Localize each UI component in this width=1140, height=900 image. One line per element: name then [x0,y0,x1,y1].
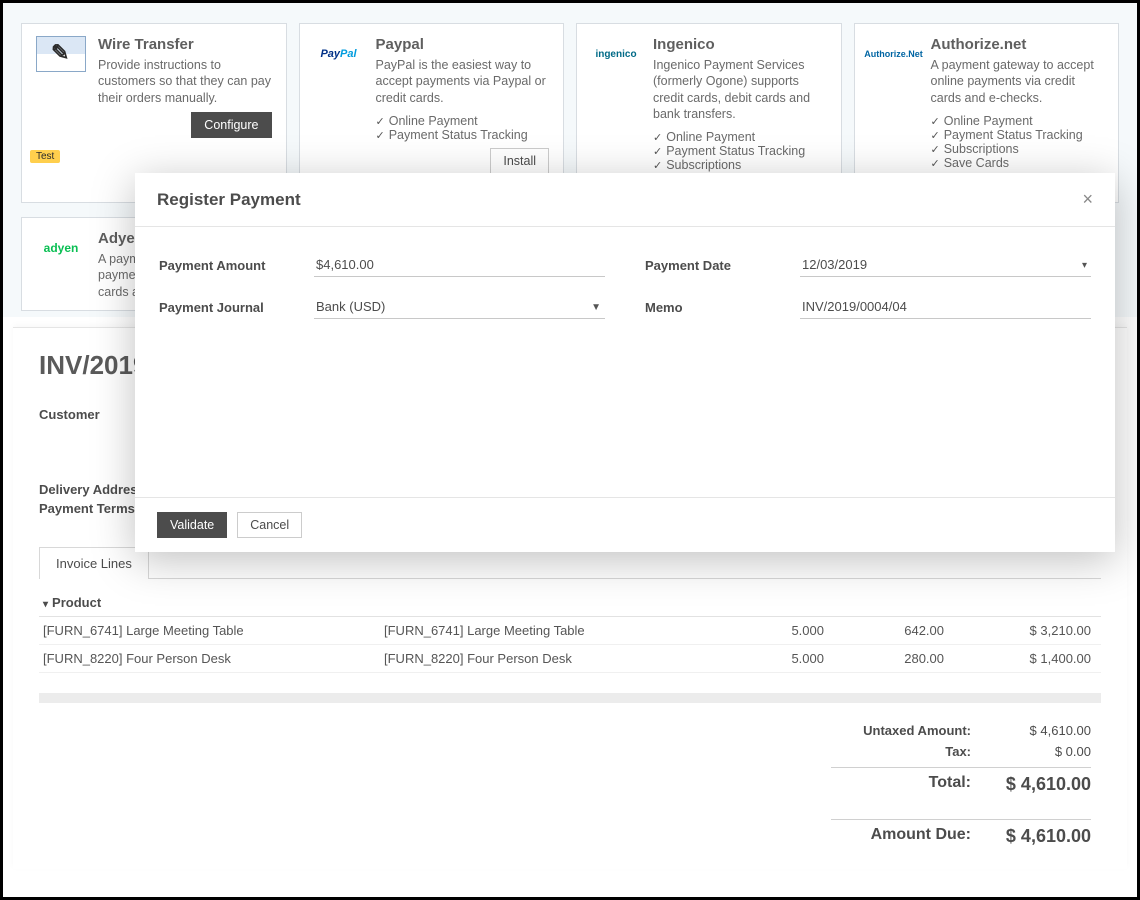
tax-label: Tax: [831,744,971,759]
provider-title: Authorize.net [931,36,1105,53]
total-label: Total: [831,774,971,795]
close-icon[interactable]: × [1082,189,1093,210]
modal-title: Register Payment [157,190,301,210]
ingenico-icon: ingenico [591,36,641,72]
totals-divider [39,693,1101,703]
provider-desc: A payment gateway to accept online payme… [931,57,1105,106]
invoice-lines-table: Product [FURN_6741] Large Meeting Table … [39,589,1101,673]
payment-journal-label: Payment Journal [159,300,314,315]
paypal-icon: PayPal [314,36,364,72]
payment-date-input[interactable] [800,253,1091,277]
due-value: $ 4,610.00 [1001,826,1091,847]
validate-button[interactable]: Validate [157,512,227,538]
tab-invoice-lines[interactable]: Invoice Lines [39,547,149,579]
memo-label: Memo [645,300,800,315]
total-value: $ 4,610.00 [1001,774,1091,795]
configure-button[interactable]: Configure [191,112,271,138]
table-row: [FURN_8220] Four Person Desk [FURN_8220]… [39,645,1101,673]
table-row: [FURN_6741] Large Meeting Table [FURN_67… [39,617,1101,645]
chevron-down-icon[interactable]: ▼ [591,302,601,313]
tax-value: $ 0.00 [1001,744,1091,759]
chevron-down-icon[interactable]: ▾ [1082,260,1087,271]
provider-title: Paypal [376,36,550,53]
column-product[interactable]: Product [39,595,384,610]
register-payment-modal: Register Payment × Payment Amount Paymen… [135,173,1115,552]
cancel-button[interactable]: Cancel [237,512,302,538]
payment-journal-select[interactable] [314,295,605,319]
payment-amount-input[interactable] [314,253,605,277]
provider-desc: Provide instructions to customers so tha… [98,57,272,106]
provider-desc: Ingenico Payment Services (formerly Ogon… [653,57,827,122]
untaxed-value: $ 4,610.00 [1001,723,1091,738]
wire-transfer-icon [36,36,86,72]
payment-amount-label: Payment Amount [159,258,314,273]
memo-input[interactable] [800,295,1091,319]
untaxed-label: Untaxed Amount: [831,723,971,738]
provider-desc: PayPal is the easiest way to accept paym… [376,57,550,106]
adyen-icon: adyen [36,230,86,266]
invoice-totals: Untaxed Amount: $ 4,610.00 Tax: $ 0.00 T… [39,723,1101,847]
due-label: Amount Due: [831,826,971,847]
provider-features: Online Payment Payment Status Tracking [376,114,550,142]
provider-title: Wire Transfer [98,36,272,53]
provider-features: Online Payment Payment Status Tracking S… [931,114,1105,170]
authorize-icon: Authorize.Net [869,36,919,72]
test-badge: Test [30,150,60,163]
provider-title: Ingenico [653,36,827,53]
payment-date-label: Payment Date [645,258,800,273]
install-button[interactable]: Install [490,148,549,174]
